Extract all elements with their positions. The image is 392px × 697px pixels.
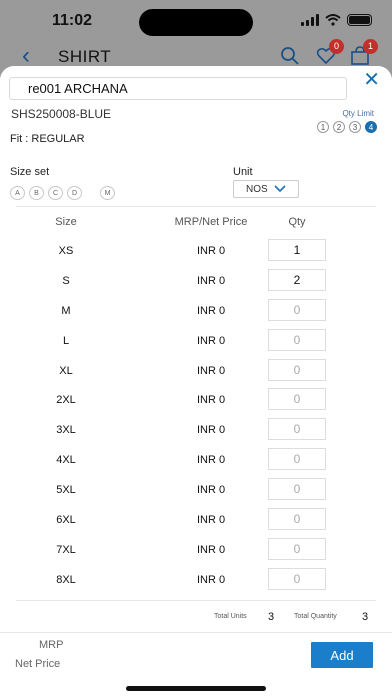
- size-cell: 3XL: [56, 424, 76, 436]
- price-cell: INR 0: [196, 394, 226, 406]
- unit-dropdown[interactable]: NOS: [233, 180, 299, 198]
- size-cell: 4XL: [56, 454, 76, 466]
- total-units-label: Total Units: [214, 613, 247, 620]
- net-price-label: Net Price: [15, 658, 61, 670]
- qty-limit-option[interactable]: 2: [333, 121, 345, 133]
- size-set-chip[interactable]: C: [48, 186, 63, 200]
- table-row: 3XL INR 0 0: [16, 416, 376, 446]
- battery-icon: [347, 14, 372, 26]
- size-set-label: Size set: [10, 166, 50, 178]
- unit-label: Unit: [233, 166, 253, 178]
- table-row: M INR 0 0: [16, 297, 376, 327]
- table-row: 7XL INR 0 0: [16, 536, 376, 566]
- price-cell: INR 0: [196, 305, 226, 317]
- qty-input[interactable]: 0: [268, 329, 326, 351]
- qty-input[interactable]: 0: [268, 448, 326, 470]
- table-header: Size MRP/Net Price Qty: [16, 206, 376, 235]
- size-cell: S: [62, 275, 70, 287]
- size-cell: L: [62, 335, 70, 347]
- price-cell: INR 0: [196, 514, 226, 526]
- size-set-chip[interactable]: B: [29, 186, 44, 200]
- size-cell: 5XL: [56, 484, 76, 496]
- price-cell: INR 0: [196, 544, 226, 556]
- qty-input[interactable]: 0: [268, 299, 326, 321]
- mrp-label: MRP: [39, 639, 64, 651]
- size-set-options: A B C D M: [10, 186, 115, 200]
- price-cell: INR 0: [196, 454, 226, 466]
- page-title: SHIRT: [58, 47, 112, 66]
- add-button[interactable]: Add: [311, 642, 373, 668]
- search-icon[interactable]: [280, 46, 300, 66]
- qty-limit-option-selected[interactable]: 4: [365, 121, 377, 133]
- qty-limit-option[interactable]: 1: [317, 121, 329, 133]
- size-cell: 7XL: [56, 544, 76, 556]
- header-size: Size: [55, 216, 77, 228]
- qty-input[interactable]: 1: [268, 239, 326, 261]
- table-row: 8XL INR 0 0: [16, 566, 376, 596]
- wishlist-button[interactable]: 0: [316, 39, 344, 66]
- table-row: 5XL INR 0 0: [16, 476, 376, 506]
- status-bar: 11:02: [0, 0, 392, 44]
- price-cell: INR 0: [196, 275, 226, 287]
- table-row: 6XL INR 0 0: [16, 506, 376, 536]
- cart-count-badge: 1: [363, 39, 378, 54]
- price-cell: INR 0: [196, 245, 226, 257]
- back-arrow-icon[interactable]: ‹: [22, 44, 30, 68]
- totals-bar: Total Units 3 Total Quantity 3: [16, 600, 376, 631]
- total-quantity-value: 3: [362, 611, 369, 623]
- qty-input[interactable]: 0: [268, 538, 326, 560]
- size-cell: M: [61, 305, 71, 317]
- qty-limit-selector: 1 2 3 4: [317, 121, 377, 133]
- signal-icon: [301, 14, 319, 26]
- qty-limit-option[interactable]: 3: [349, 121, 361, 133]
- table-row: L INR 0 0: [16, 327, 376, 357]
- size-cell: 2XL: [56, 394, 76, 406]
- total-units-value: 3: [268, 611, 275, 623]
- qty-input[interactable]: 0: [268, 478, 326, 500]
- price-cell: INR 0: [196, 484, 226, 496]
- dynamic-island: [139, 9, 253, 36]
- qty-input[interactable]: 0: [268, 568, 326, 590]
- qty-limit-label: Qty Limit: [342, 109, 374, 118]
- status-time: 11:02: [52, 12, 93, 29]
- unit-value: NOS: [246, 184, 268, 195]
- price-cell: INR 0: [196, 335, 226, 347]
- table-row: XS INR 0 1: [16, 237, 376, 267]
- header-price: MRP/Net Price: [174, 216, 248, 228]
- header-qty: Qty: [288, 216, 306, 228]
- price-cell: INR 0: [196, 424, 226, 436]
- qty-input[interactable]: 2: [268, 269, 326, 291]
- item-name-field: re001 ARCHANA: [9, 77, 347, 100]
- wishlist-count-badge: 0: [329, 39, 344, 54]
- size-cell: XL: [59, 365, 73, 377]
- size-cell: 8XL: [56, 574, 76, 586]
- price-cell: INR 0: [196, 574, 226, 586]
- size-set-chip[interactable]: D: [67, 186, 82, 200]
- status-icons: [301, 14, 372, 26]
- qty-input[interactable]: 0: [268, 388, 326, 410]
- table-row: XL INR 0 0: [16, 357, 376, 387]
- fit-label: Fit : REGULAR: [10, 133, 85, 145]
- size-set-chip[interactable]: M: [100, 186, 115, 200]
- qty-input[interactable]: 0: [268, 508, 326, 530]
- size-set-chip[interactable]: A: [10, 186, 25, 200]
- qty-input[interactable]: 0: [268, 359, 326, 381]
- cart-button[interactable]: 1: [350, 39, 378, 66]
- close-icon[interactable]: ✕: [363, 70, 380, 90]
- chevron-down-icon: [274, 183, 286, 196]
- total-quantity-label: Total Quantity: [294, 613, 337, 620]
- price-cell: INR 0: [196, 365, 226, 377]
- size-cell: 6XL: [56, 514, 76, 526]
- add-to-cart-sheet: ✕ re001 ARCHANA SHS250008-BLUE Qty Limit…: [0, 66, 392, 697]
- item-name: re001 ARCHANA: [28, 81, 128, 96]
- home-indicator: [126, 686, 266, 691]
- size-cell: XS: [58, 245, 74, 257]
- table-row: 4XL INR 0 0: [16, 446, 376, 476]
- table-row: S INR 0 2: [16, 267, 376, 297]
- table-row: 2XL INR 0 0: [16, 386, 376, 416]
- sku-label: SHS250008-BLUE: [11, 107, 112, 121]
- wifi-icon: [325, 14, 341, 26]
- qty-input[interactable]: 0: [268, 418, 326, 440]
